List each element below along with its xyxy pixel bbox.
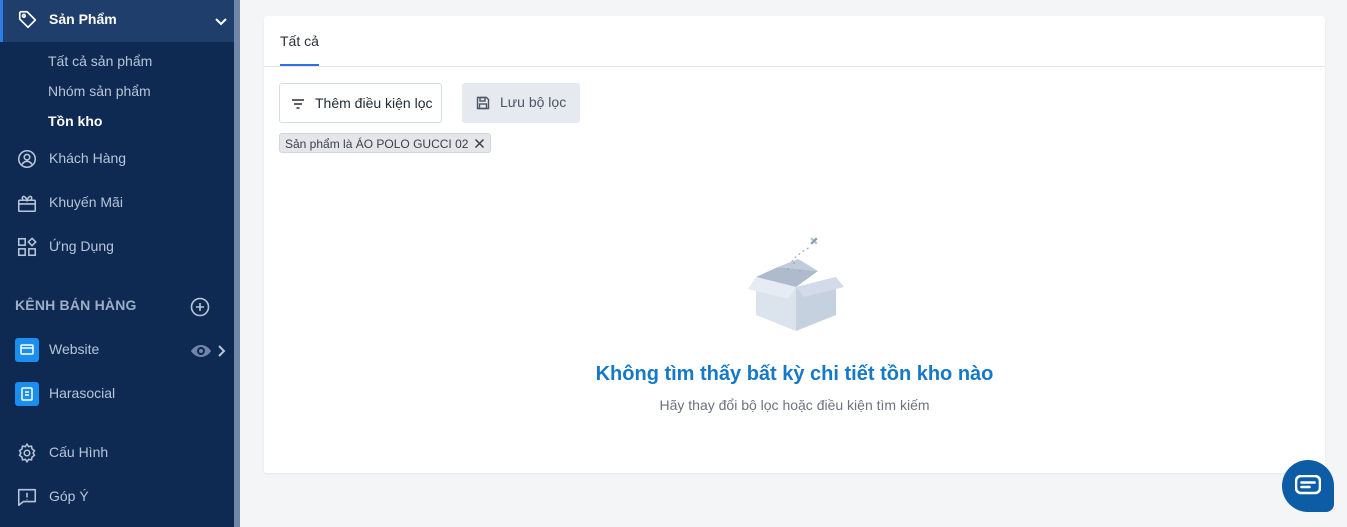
sidebar-item-label: Website bbox=[49, 341, 100, 357]
section-title-sales-channels: KÊNH BÁN HÀNG bbox=[15, 297, 137, 313]
save-filter-label: Lưu bộ lọc bbox=[500, 94, 567, 110]
sidebar-item-label: Khách Hàng bbox=[49, 150, 127, 166]
gift-icon bbox=[17, 195, 37, 213]
sidebar-channel-harasocial[interactable]: Harasocial bbox=[0, 374, 234, 414]
chat-icon bbox=[1295, 475, 1321, 495]
save-filter-button[interactable]: Lưu bộ lọc bbox=[462, 83, 580, 123]
sidebar-item-label: Harasocial bbox=[49, 385, 116, 401]
save-icon bbox=[476, 96, 490, 110]
filter-icon bbox=[292, 99, 304, 109]
sidebar-item-label: Sản Phẩm bbox=[49, 11, 117, 27]
sidebar-item-label: Cấu Hình bbox=[49, 444, 109, 460]
close-icon[interactable] bbox=[474, 138, 485, 149]
empty-state: Không tìm thấy bất kỳ chi tiết tồn kho n… bbox=[264, 171, 1325, 473]
sidebar: Sản Phẩm Tất cả sản phẩm Nhóm sản phẩm T… bbox=[0, 0, 234, 527]
sidebar-item-promotions[interactable]: Khuyến Mãi bbox=[0, 183, 234, 223]
sidebar-subitem-inventory[interactable]: Tồn kho bbox=[48, 113, 102, 129]
active-filter-chip: Sản phẩm là ÁO POLO GUCCI 02 bbox=[279, 133, 492, 153]
tab-bar: Tất cả bbox=[264, 16, 1325, 67]
sidebar-item-settings[interactable]: Cấu Hình bbox=[0, 433, 234, 473]
gear-icon bbox=[18, 442, 36, 464]
inventory-card: Tất cả Thêm điều kiện lọc Lưu bộ lọc Sản… bbox=[264, 16, 1325, 473]
sidebar-item-san-pham[interactable]: Sản Phẩm bbox=[0, 0, 234, 42]
eye-icon[interactable] bbox=[190, 342, 212, 360]
sidebar-scrollbar[interactable] bbox=[234, 0, 240, 527]
active-indicator bbox=[0, 0, 3, 42]
tab-all[interactable]: Tất cả bbox=[280, 33, 319, 49]
sidebar-item-apps[interactable]: Ứng Dụng bbox=[0, 227, 234, 267]
add-filter-button[interactable]: Thêm điều kiện lọc bbox=[279, 83, 442, 123]
tag-icon bbox=[18, 10, 37, 29]
sidebar-item-label: Khuyến Mãi bbox=[49, 194, 123, 210]
empty-state-title: Không tìm thấy bất kỳ chi tiết tồn kho n… bbox=[595, 363, 994, 385]
add-filter-label: Thêm điều kiện lọc bbox=[315, 95, 433, 111]
sidebar-subitem-all-products[interactable]: Tất cả sản phẩm bbox=[48, 53, 152, 69]
chat-widget-button[interactable] bbox=[1282, 460, 1334, 512]
sidebar-item-feedback[interactable]: Góp Ý bbox=[0, 477, 234, 517]
empty-state-subtitle: Hãy thay đổi bộ lọc hoặc điều kiện tìm k… bbox=[659, 397, 930, 413]
user-circle-icon bbox=[17, 149, 37, 169]
apps-icon bbox=[17, 237, 37, 257]
active-filter-label: Sản phẩm là ÁO POLO GUCCI 02 bbox=[285, 137, 469, 151]
sidebar-item-label: Ứng Dụng bbox=[49, 238, 114, 254]
tab-active-underline bbox=[280, 64, 319, 66]
website-icon bbox=[15, 338, 39, 362]
add-channel-icon[interactable] bbox=[190, 297, 210, 317]
empty-box-illustration bbox=[748, 237, 844, 331]
chevron-right-icon[interactable] bbox=[216, 343, 228, 359]
sidebar-subitem-product-groups[interactable]: Nhóm sản phẩm bbox=[48, 83, 151, 99]
sidebar-item-label: Góp Ý bbox=[49, 488, 89, 504]
chevron-down-icon[interactable] bbox=[213, 14, 229, 30]
harasocial-icon bbox=[15, 382, 39, 406]
feedback-icon bbox=[17, 488, 37, 507]
sidebar-item-customers[interactable]: Khách Hàng bbox=[0, 139, 234, 179]
